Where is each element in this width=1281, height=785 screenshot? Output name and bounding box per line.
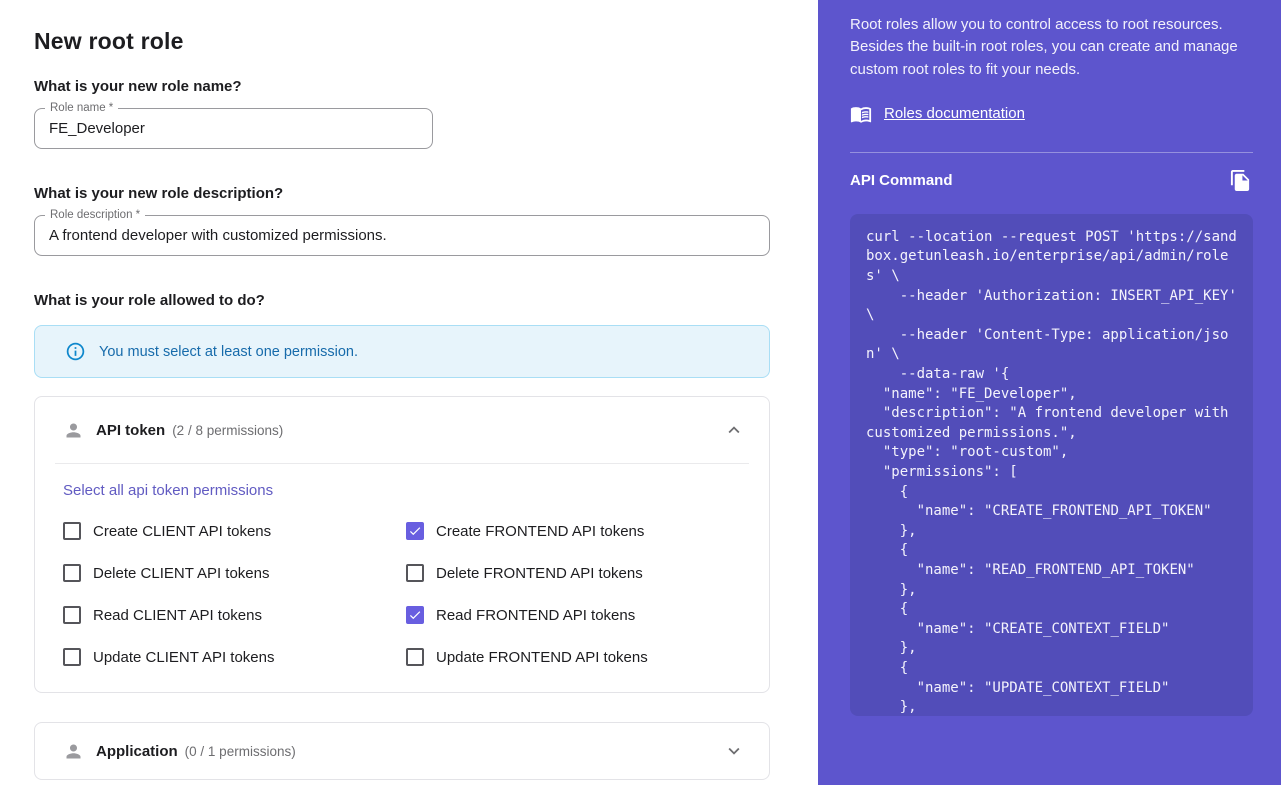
info-icon <box>65 341 86 362</box>
permissions-info-alert: You must select at least one permission. <box>34 325 770 378</box>
select-all-permissions-link[interactable]: Select all api token permissions <box>63 482 273 499</box>
accordion-api-token-header[interactable]: API token (2 / 8 permissions) <box>35 397 769 463</box>
menu-book-icon <box>850 103 872 125</box>
accordion-title: API token <box>96 422 165 439</box>
role-description-field-label: Role description * <box>45 209 145 222</box>
role-description-question: What is your new role description? <box>34 185 818 202</box>
permissions-grid: Create CLIENT API tokens Create FRONTEND … <box>63 519 745 669</box>
checkbox-unchecked-icon[interactable] <box>63 648 81 666</box>
new-root-role-form: New root role What is your new role name… <box>0 0 818 785</box>
api-command-header: API Command <box>850 168 1253 194</box>
sidebar-description: Root roles allow you to control access t… <box>850 14 1240 81</box>
permission-label: Update FRONTEND API tokens <box>436 649 648 666</box>
permission-label: Delete FRONTEND API tokens <box>436 565 643 582</box>
copy-command-button[interactable] <box>1227 168 1253 194</box>
person-icon <box>63 741 84 762</box>
permission-label: Delete CLIENT API tokens <box>93 565 269 582</box>
role-name-input[interactable] <box>49 120 418 137</box>
api-command-title: API Command <box>850 172 953 189</box>
api-command-code-block[interactable]: curl --location --request POST 'https://… <box>850 214 1253 716</box>
accordion-permission-count: (2 / 8 permissions) <box>172 423 283 438</box>
permission-checkbox-item[interactable]: Create FRONTEND API tokens <box>406 519 745 543</box>
roles-documentation-link[interactable]: Roles documentation <box>884 105 1025 122</box>
role-description-input[interactable] <box>49 227 755 244</box>
accordion-api-token-content: Select all api token permissions Create … <box>35 464 769 692</box>
permission-checkbox-item[interactable]: Delete FRONTEND API tokens <box>406 561 745 585</box>
permission-checkbox-item[interactable]: Read CLIENT API tokens <box>63 603 406 627</box>
permission-label: Read CLIENT API tokens <box>93 607 262 624</box>
alert-text: You must select at least one permission. <box>99 344 358 360</box>
permission-checkbox-item[interactable]: Delete CLIENT API tokens <box>63 561 406 585</box>
checkbox-unchecked-icon[interactable] <box>63 606 81 624</box>
permission-label: Read FRONTEND API tokens <box>436 607 635 624</box>
chevron-up-icon[interactable] <box>723 419 745 441</box>
checkbox-checked-icon[interactable] <box>406 606 424 624</box>
permission-checkbox-item[interactable]: Update FRONTEND API tokens <box>406 645 745 669</box>
permission-checkbox-item[interactable]: Create CLIENT API tokens <box>63 519 406 543</box>
checkbox-unchecked-icon[interactable] <box>406 564 424 582</box>
sidebar-divider <box>850 152 1253 153</box>
checkbox-unchecked-icon[interactable] <box>406 648 424 666</box>
permission-label: Update CLIENT API tokens <box>93 649 275 666</box>
checkbox-unchecked-icon[interactable] <box>63 564 81 582</box>
permission-checkbox-item[interactable]: Read FRONTEND API tokens <box>406 603 745 627</box>
root-roles-info-sidebar: Root roles allow you to control access t… <box>818 0 1281 785</box>
accordion-application: Application (0 / 1 permissions) <box>34 722 770 780</box>
permission-label: Create CLIENT API tokens <box>93 523 271 540</box>
role-name-field-label: Role name * <box>45 102 118 115</box>
person-icon <box>63 420 84 441</box>
role-description-field-wrapper: Role description * <box>34 215 770 256</box>
permission-checkbox-item[interactable]: Update CLIENT API tokens <box>63 645 406 669</box>
role-name-field-wrapper: Role name * <box>34 108 433 149</box>
checkbox-checked-icon[interactable] <box>406 522 424 540</box>
role-name-question: What is your new role name? <box>34 78 818 95</box>
copy-icon <box>1229 169 1252 192</box>
checkbox-unchecked-icon[interactable] <box>63 522 81 540</box>
permissions-question: What is your role allowed to do? <box>34 292 818 309</box>
accordion-application-header[interactable]: Application (0 / 1 permissions) <box>35 723 769 779</box>
accordion-permission-count: (0 / 1 permissions) <box>185 744 296 759</box>
page-title: New root role <box>34 28 818 55</box>
docs-link-row: Roles documentation <box>850 103 1253 125</box>
curl-command-text: curl --location --request POST 'https://… <box>866 228 1237 716</box>
accordion-api-token: API token (2 / 8 permissions) Select all… <box>34 396 770 693</box>
chevron-down-icon[interactable] <box>723 740 745 762</box>
accordion-title: Application <box>96 743 178 760</box>
permission-label: Create FRONTEND API tokens <box>436 523 644 540</box>
